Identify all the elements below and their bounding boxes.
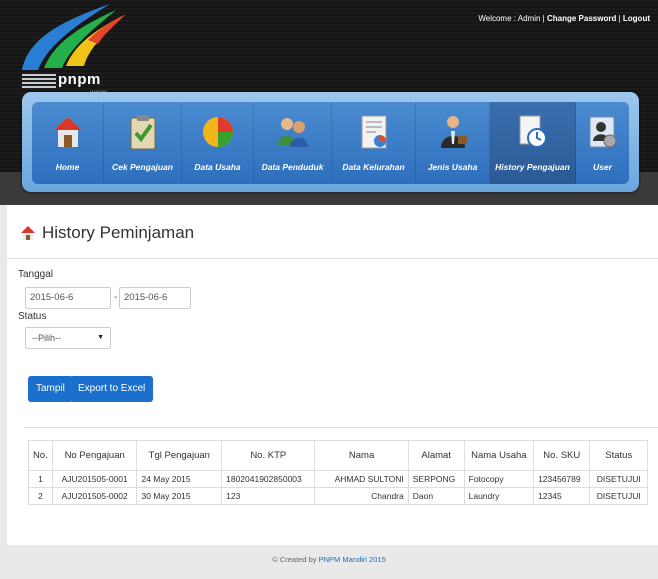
table-row: 1 AJU201505-0001 24 May 2015 18020419028… xyxy=(28,470,648,488)
page-title: History Peminjaman xyxy=(42,223,195,242)
col-nama: Nama xyxy=(314,440,409,471)
home-icon xyxy=(21,226,35,240)
col-tgl-pengajuan: Tgl Pengajuan xyxy=(136,440,223,471)
cell-no: 1 xyxy=(28,470,53,488)
cell-no-ktp: 123 xyxy=(221,487,316,505)
nav-item-cek-pengajuan[interactable]: Cek Pengajuan xyxy=(104,102,182,184)
cell-tgl-pengajuan: 30 May 2015 xyxy=(136,487,223,505)
table-row: 2 AJU201505-0002 30 May 2015 123 Chandra… xyxy=(28,487,648,505)
nav-item-history-pengajuan[interactable]: History Pengajuan xyxy=(490,102,576,184)
nav-item-jenis-usaha[interactable]: Jenis Usaha xyxy=(416,102,490,184)
nav-label: Cek Pengajuan xyxy=(112,162,173,172)
logout-link[interactable]: Logout xyxy=(623,14,650,23)
user-settings-icon xyxy=(586,112,620,152)
status-selected-value: --Pilih-- xyxy=(32,333,61,343)
cell-nama-usaha: Fotocopy xyxy=(463,470,535,488)
export-excel-button[interactable]: Export to Excel xyxy=(70,376,154,402)
cell-no-pengajuan: AJU201505-0002 xyxy=(51,487,138,505)
footer-link[interactable]: PNPM Mandiri 2015 xyxy=(319,555,386,564)
status-select[interactable]: --Pilih-- ▼ xyxy=(25,327,111,349)
date-separator: - xyxy=(114,292,118,303)
date-to-input[interactable]: 2015-06-6 xyxy=(119,287,191,309)
nav-label: Data Usaha xyxy=(194,162,241,172)
col-no-pengajuan: No Pengajuan xyxy=(51,440,138,471)
logo-swoosh-icon xyxy=(22,4,126,70)
footer: © Created by PNPM Mandiri 2015 xyxy=(0,555,658,564)
nav-item-home[interactable]: Home xyxy=(32,102,104,184)
cell-nama-usaha: Laundry xyxy=(463,487,535,505)
cell-status: DISETUJUI xyxy=(589,470,648,488)
cell-status: DISETUJUI xyxy=(589,487,648,505)
home-icon xyxy=(51,112,85,152)
business-person-icon xyxy=(436,112,470,152)
tampil-button[interactable]: Tampil xyxy=(28,376,73,402)
change-password-link[interactable]: Change Password xyxy=(547,14,616,23)
cell-no-sku: 12345 xyxy=(533,487,591,505)
nav-label: Data Kelurahan xyxy=(342,162,405,172)
menu-separator: | xyxy=(618,14,621,23)
nav-item-data-kelurahan[interactable]: Data Kelurahan xyxy=(332,102,416,184)
history-table: No. No Pengajuan Tgl Pengajuan No. KTP N… xyxy=(28,440,648,505)
nav-bar: Home Cek Pengajuan Data Usaha Data Pendu… xyxy=(32,102,629,184)
document-chart-icon xyxy=(357,112,391,152)
col-nama-usaha: Nama Usaha xyxy=(463,440,535,471)
nav-item-data-usaha[interactable]: Data Usaha xyxy=(182,102,254,184)
status-label: Status xyxy=(18,311,47,322)
pie-chart-icon xyxy=(201,112,235,152)
chevron-down-icon: ▼ xyxy=(97,334,104,341)
page-header: History Peminjaman xyxy=(20,223,194,243)
tanggal-label: Tanggal xyxy=(18,269,54,280)
cell-nama: Chandra xyxy=(314,487,409,505)
user-menu: Welcome : Admin | Change Password | Logo… xyxy=(478,14,650,23)
cell-no-pengajuan: AJU201505-0001 xyxy=(51,470,138,488)
footer-prefix: © Created by xyxy=(272,555,317,564)
cell-no: 2 xyxy=(28,487,53,505)
col-no-ktp: No. KTP xyxy=(221,440,316,471)
cell-tgl-pengajuan: 24 May 2015 xyxy=(136,470,223,488)
table-header-row: No. No Pengajuan Tgl Pengajuan No. KTP N… xyxy=(28,440,648,471)
content-panel: History Peminjaman Tanggal 2015-06-6 - 2… xyxy=(7,205,658,545)
cell-no-ktp: 1802041902850003 xyxy=(221,470,316,488)
cell-alamat: SERPONG xyxy=(407,470,465,488)
table-section: No. No Pengajuan Tgl Pengajuan No. KTP N… xyxy=(24,427,658,535)
history-clock-icon xyxy=(516,112,550,152)
people-icon xyxy=(276,112,310,152)
cell-no-sku: 123456789 xyxy=(533,470,591,488)
cell-nama: AHMAD SULTONI xyxy=(314,470,409,488)
nav-label: Data Penduduk xyxy=(261,162,324,172)
col-no-sku: No. SKU xyxy=(533,440,591,471)
nav-label: Jenis Usaha xyxy=(427,162,478,172)
logo[interactable]: pnpm MANDIRI xyxy=(22,70,114,94)
logo-lines-icon xyxy=(22,74,56,90)
nav-item-data-penduduk[interactable]: Data Penduduk xyxy=(254,102,332,184)
cell-alamat: Daon xyxy=(407,487,465,505)
date-from-input[interactable]: 2015-06-6 xyxy=(25,287,111,309)
nav-label: User xyxy=(593,162,612,172)
divider xyxy=(7,258,658,259)
nav-label: History Pengajuan xyxy=(495,162,570,172)
welcome-text: Welcome : Admin | xyxy=(478,14,545,23)
logo-text: pnpm xyxy=(58,71,101,88)
col-alamat: Alamat xyxy=(407,440,465,471)
col-no: No. xyxy=(28,440,53,471)
clipboard-check-icon xyxy=(126,112,160,152)
nav-label: Home xyxy=(55,162,80,172)
nav-item-user[interactable]: User xyxy=(576,102,629,184)
main-nav: Home Cek Pengajuan Data Usaha Data Pendu… xyxy=(22,92,639,192)
col-status: Status xyxy=(589,440,648,471)
